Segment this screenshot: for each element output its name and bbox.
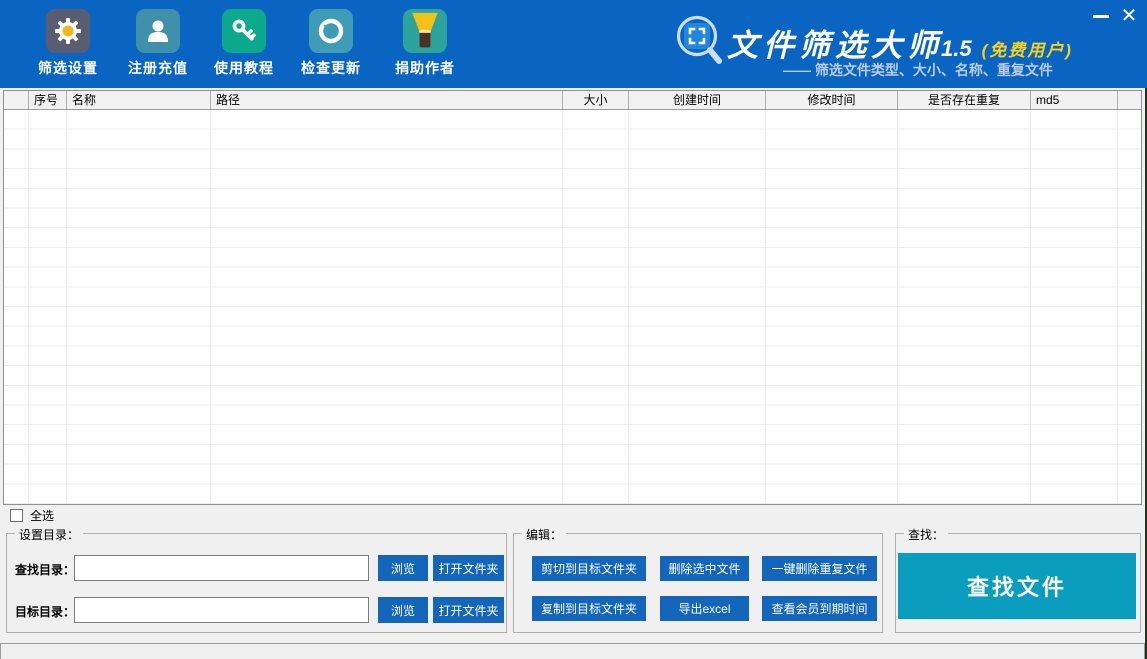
toolbar-label: 使用教程 (200, 58, 288, 78)
file-list-table: 序号 名称 路径 大小 创建时间 修改时间 是否存在重复 md5 (3, 90, 1142, 505)
checkbox-box[interactable] (10, 509, 23, 522)
grid-line (28, 110, 29, 504)
column-header-duplicate[interactable]: 是否存在重复 (898, 91, 1031, 109)
column-header-index[interactable]: 序号 (29, 91, 67, 109)
view-membership-expiry-button[interactable]: 查看会员到期时间 (762, 596, 877, 621)
target-dir-label: 目标目录： (15, 603, 75, 620)
group-edit: 编辑： 剪切到目标文件夹 删除选中文件 一键删除重复文件 复制到目标文件夹 导出… (513, 533, 883, 633)
search-dir-input[interactable] (74, 555, 369, 581)
grid-line (765, 110, 766, 504)
export-excel-button[interactable]: 导出excel (660, 596, 749, 621)
column-header-md5[interactable]: md5 (1031, 91, 1118, 109)
toolbar-button-tutorial[interactable]: 使用教程 (200, 9, 288, 78)
titlebar: 筛选设置 注册充值 (0, 0, 1147, 88)
grid-line (210, 110, 211, 504)
minimize-icon (1093, 15, 1109, 18)
column-header-spacer (1118, 91, 1141, 109)
search-dir-open-folder-button[interactable]: 打开文件夹 (433, 555, 504, 581)
toolbar-button-check-update[interactable]: 检查更新 (287, 9, 375, 78)
app-logo-magnifier-icon (672, 11, 724, 72)
toolbar-label: 筛选设置 (24, 58, 112, 78)
app-subtitle: —— 筛选文件类型、大小、名称、重复文件 (783, 60, 1053, 80)
toolbar-label: 检查更新 (287, 58, 375, 78)
group-set-directories: 设置目录： 查找目录： 浏览 打开文件夹 目标目录： 浏览 打开文件夹 (6, 533, 507, 633)
status-bar (0, 643, 1145, 659)
grid-line (897, 110, 898, 504)
toolbar-button-register[interactable]: 注册充值 (114, 9, 202, 78)
table-body-empty[interactable] (4, 110, 1141, 504)
column-header-size[interactable]: 大小 (563, 91, 629, 109)
group-find: 查找： 查找文件 (895, 533, 1141, 633)
select-all-checkbox[interactable]: 全选 (10, 507, 54, 524)
find-files-button[interactable]: 查找文件 (898, 553, 1136, 619)
app-title-text: 文件筛选大师 (727, 28, 943, 63)
grid-line (1030, 110, 1031, 504)
table-header-row: 序号 名称 路径 大小 创建时间 修改时间 是否存在重复 md5 (4, 91, 1141, 110)
column-header-created[interactable]: 创建时间 (629, 91, 766, 109)
gear-icon (46, 9, 90, 53)
toolbar-label: 捐助作者 (381, 58, 469, 78)
toolbar-button-donate[interactable]: 捐助作者 (381, 9, 469, 78)
user-icon (136, 9, 180, 53)
key-icon (222, 9, 266, 53)
select-all-label: 全选 (30, 507, 54, 524)
ring-icon (309, 9, 353, 53)
column-header-modified[interactable]: 修改时间 (766, 91, 898, 109)
column-header-selector[interactable] (4, 91, 29, 109)
search-dir-browse-button[interactable]: 浏览 (378, 555, 428, 581)
cut-to-target-button[interactable]: 剪切到目标文件夹 (532, 556, 646, 581)
license-badge: (免费用户) (982, 41, 1073, 60)
group-set-directories-title: 设置目录： (15, 526, 83, 543)
close-button[interactable]: ✕ (1113, 2, 1145, 30)
target-dir-open-folder-button[interactable]: 打开文件夹 (433, 597, 504, 623)
group-find-title: 查找： (904, 526, 948, 543)
delete-selected-button[interactable]: 删除选中文件 (660, 556, 749, 581)
app-title: 文件筛选大师1.5 (免费用户) (727, 20, 1073, 65)
toolbar-label: 注册充值 (114, 58, 202, 78)
app-window: 筛选设置 注册充值 (0, 0, 1147, 659)
column-header-name[interactable]: 名称 (67, 91, 211, 109)
grid-line (628, 110, 629, 504)
grid-line (562, 110, 563, 504)
group-edit-title: 编辑： (522, 526, 566, 543)
target-dir-input[interactable] (74, 597, 369, 623)
search-dir-label: 查找目录： (15, 561, 75, 578)
toolbar-button-filter-settings[interactable]: 筛选设置 (24, 9, 112, 78)
grid-line (66, 110, 67, 504)
close-icon: ✕ (1121, 6, 1138, 26)
grid-line (1117, 110, 1118, 504)
app-version: 1.5 (941, 36, 972, 61)
copy-to-target-button[interactable]: 复制到目标文件夹 (532, 596, 646, 621)
column-header-path[interactable]: 路径 (211, 91, 563, 109)
delete-duplicates-button[interactable]: 一键删除重复文件 (762, 556, 877, 581)
torch-icon (403, 9, 447, 53)
target-dir-browse-button[interactable]: 浏览 (378, 597, 428, 623)
